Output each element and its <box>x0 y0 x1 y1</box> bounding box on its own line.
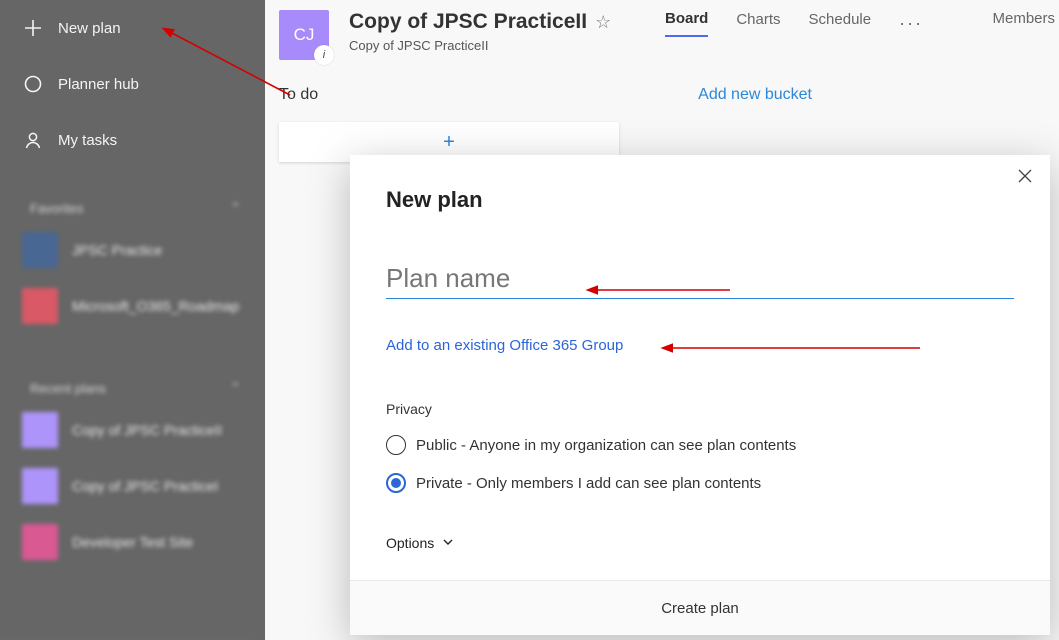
more-icon[interactable]: ··· <box>899 13 923 34</box>
plan-thumb <box>22 412 58 448</box>
plan-thumb <box>22 288 58 324</box>
page-subtitle: Copy of JPSC PracticeII <box>349 38 611 53</box>
sidebar: New plan Planner hub My tasks Favorites … <box>0 0 265 640</box>
tab-charts[interactable]: Charts <box>736 11 780 36</box>
person-icon <box>24 131 58 149</box>
new-plan-modal: New plan Add to an existing Office 365 G… <box>350 155 1050 635</box>
star-icon[interactable]: ☆ <box>595 12 611 33</box>
planner-hub-button[interactable]: Planner hub <box>0 56 265 112</box>
privacy-public-radio[interactable]: Public - Anyone in my organization can s… <box>386 435 1014 455</box>
page-title: Copy of JPSC PracticeII <box>349 10 587 34</box>
my-tasks-label: My tasks <box>58 132 117 149</box>
bucket-todo[interactable]: To do <box>279 86 318 104</box>
plan-thumb <box>22 468 58 504</box>
tabs: Board Charts Schedule ··· <box>665 10 923 37</box>
radio-unchecked-icon <box>386 435 406 455</box>
close-button[interactable] <box>1016 167 1034 190</box>
favorites-section[interactable]: Favorites ⌃ <box>0 190 265 222</box>
options-toggle[interactable]: Options <box>386 535 1014 551</box>
my-tasks-button[interactable]: My tasks <box>0 112 265 168</box>
recent-plan-1[interactable]: Copy of JPSC PracticeI <box>0 458 265 514</box>
recent-section[interactable]: Recent plans ⌃ <box>0 370 265 402</box>
modal-title: New plan <box>386 187 1014 213</box>
chevron-down-icon <box>442 535 454 551</box>
tab-board[interactable]: Board <box>665 10 708 37</box>
members-button[interactable]: Members <box>992 10 1055 27</box>
favorite-plan-0[interactable]: JPSC Practice <box>0 222 265 278</box>
header: CJ i Copy of JPSC PracticeII ☆ Copy of J… <box>265 0 1059 70</box>
add-to-group-link[interactable]: Add to an existing Office 365 Group <box>386 337 623 354</box>
circle-icon <box>24 75 58 93</box>
info-icon[interactable]: i <box>314 45 334 65</box>
plan-thumb <box>22 232 58 268</box>
new-plan-button[interactable]: New plan <box>0 0 265 56</box>
planner-hub-label: Planner hub <box>58 76 139 93</box>
plus-icon: + <box>443 131 455 154</box>
radio-checked-icon <box>386 473 406 493</box>
privacy-private-radio[interactable]: Private - Only members I add can see pla… <box>386 473 1014 493</box>
add-bucket-button[interactable]: Add new bucket <box>698 86 812 104</box>
new-plan-label: New plan <box>58 20 121 37</box>
chevron-up-icon: ⌃ <box>230 200 241 216</box>
favorite-plan-1[interactable]: Microsoft_O365_Roadmap <box>0 278 265 334</box>
plan-badge[interactable]: CJ i <box>279 10 329 60</box>
recent-plan-0[interactable]: Copy of JPSC PracticeII <box>0 402 265 458</box>
create-plan-button[interactable]: Create plan <box>350 580 1050 635</box>
plan-name-input[interactable] <box>386 263 1014 299</box>
recent-plan-2[interactable]: Developer Test Site <box>0 514 265 570</box>
tab-schedule[interactable]: Schedule <box>809 11 872 36</box>
plan-thumb <box>22 524 58 560</box>
chevron-up-icon: ⌃ <box>230 380 241 396</box>
privacy-label: Privacy <box>386 401 1014 417</box>
plus-icon <box>24 19 58 37</box>
